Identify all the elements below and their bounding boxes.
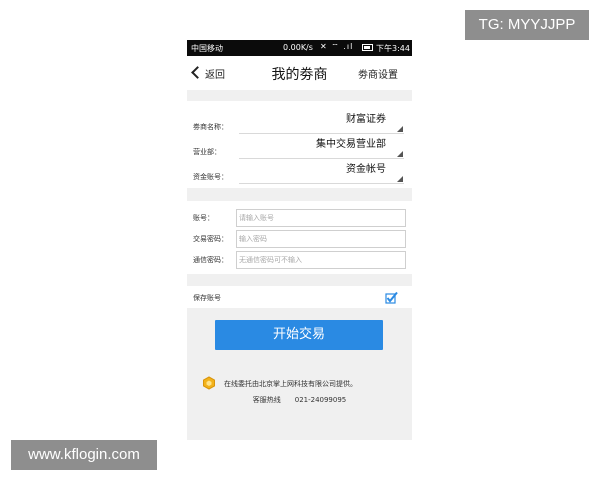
watermark-top: TG: MYYJJPP — [465, 10, 589, 40]
dropdown-corner-icon — [397, 151, 403, 157]
phone-screen: 中国移动 0.00K/s ✕ ⌔ .ıl 下午3:44 返回 我的劵商 劵商设置… — [187, 40, 412, 440]
fund-account-value: 资金帐号 — [346, 164, 386, 175]
save-account-row: 保存账号 — [187, 286, 412, 308]
hotline-number: 021-24099095 — [294, 396, 347, 404]
broker-name-select[interactable]: 劵商名称： 财富证券 — [187, 110, 412, 134]
dropdown-corner-icon — [397, 126, 403, 132]
carrier-label: 中国移动 — [191, 44, 223, 53]
fund-account-select[interactable]: 资金账号： 资金帐号 — [187, 160, 412, 184]
divider — [239, 158, 404, 159]
status-time: 下午3:44 — [376, 44, 410, 53]
broker-name-value: 财富证券 — [346, 114, 386, 125]
branch-select[interactable]: 营业部： 集中交易营业部 — [187, 135, 412, 159]
start-trading-button[interactable]: 开始交易 — [215, 320, 383, 350]
trade-password-label: 交易密码： — [193, 235, 228, 243]
comm-password-input[interactable] — [236, 251, 406, 269]
hotline-label: 客服热线 — [252, 396, 281, 404]
hotline: 客服热线 021-24099095 — [187, 395, 412, 405]
divider — [239, 183, 404, 184]
comm-password-label: 通信密码： — [193, 256, 228, 264]
trade-password-row: 交易密码： — [187, 230, 412, 248]
account-row: 账号： — [187, 209, 412, 227]
trade-password-input[interactable] — [236, 230, 406, 248]
network-speed: 0.00K/s — [283, 43, 313, 52]
status-bar: 中国移动 0.00K/s ✕ ⌔ .ıl 下午3:44 — [187, 40, 412, 56]
login-section: 账号： 交易密码： 通信密码： — [187, 201, 412, 274]
branch-label: 营业部： — [193, 148, 221, 156]
provider-text: 在线委托由北京掌上网科技有限公司提供。 — [224, 380, 357, 388]
dropdown-corner-icon — [397, 176, 403, 182]
divider — [239, 133, 404, 134]
signal-icons: ✕ ⌔ .ıl — [320, 42, 354, 51]
account-label: 账号： — [193, 214, 214, 222]
battery-icon — [362, 44, 373, 51]
account-input[interactable] — [236, 209, 406, 227]
page: TG: MYYJJPP www.kflogin.com 中国移动 0.00K/s… — [0, 0, 600, 480]
broker-name-label: 劵商名称： — [193, 123, 228, 131]
watermark-bottom: www.kflogin.com — [11, 440, 157, 470]
nav-bar: 返回 我的劵商 劵商设置 — [187, 56, 412, 90]
broker-section: 劵商名称： 财富证券 营业部： 集中交易营业部 资金账号： 资金帐号 — [187, 101, 412, 188]
save-account-checkbox[interactable] — [385, 291, 398, 304]
branch-value: 集中交易营业部 — [316, 139, 386, 150]
hexagon-logo-icon — [203, 376, 215, 390]
save-account-label: 保存账号 — [193, 294, 221, 302]
broker-settings-button[interactable]: 劵商设置 — [358, 66, 398, 81]
comm-password-row: 通信密码： — [187, 251, 412, 269]
fund-account-label: 资金账号： — [193, 173, 228, 181]
